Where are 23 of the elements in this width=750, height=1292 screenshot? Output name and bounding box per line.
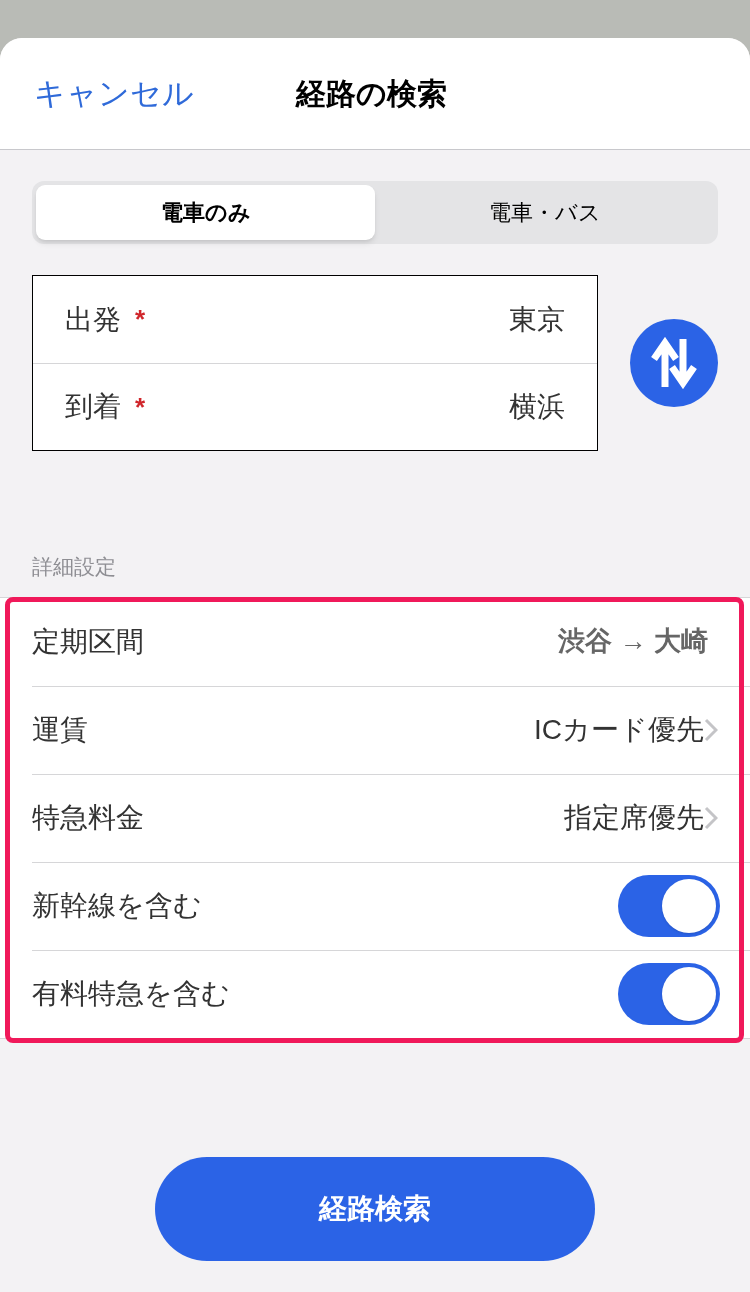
required-mark: * bbox=[135, 390, 146, 424]
section-title: 詳細設定 bbox=[32, 554, 117, 580]
segment-tab[interactable]: 電車・バス bbox=[375, 185, 714, 240]
chevron-icon bbox=[704, 718, 718, 742]
station-field[interactable]: 東京 bbox=[509, 298, 565, 341]
setting-value[interactable]: ICカード優先 bbox=[534, 709, 704, 751]
setting-value[interactable]: 指定席優先 bbox=[564, 797, 704, 839]
field-label: 到着 bbox=[65, 390, 121, 424]
setting-label: 運賃 bbox=[32, 713, 88, 747]
required-mark: * bbox=[135, 303, 146, 336]
swap-arrows-icon bbox=[651, 337, 697, 389]
setting-label: 定期区間 bbox=[32, 624, 144, 659]
station-field[interactable]: 横浜 bbox=[509, 386, 565, 428]
route-search-button[interactable]: 経路検索 bbox=[155, 1156, 595, 1261]
setting-label: 新幹線を含む bbox=[32, 889, 202, 923]
field-label: 出発 bbox=[65, 302, 121, 337]
setting-label: 有料特急を含む bbox=[32, 977, 230, 1011]
setting-label: 特急料金 bbox=[32, 801, 144, 835]
cancel-button[interactable]: キャンセル bbox=[34, 74, 194, 114]
segment-tab[interactable]: 電車のみ bbox=[36, 185, 375, 240]
sheet-title: 経路の検索 bbox=[296, 76, 447, 112]
setting-value: 渋谷 → 大崎 bbox=[558, 625, 708, 659]
chevron-icon bbox=[704, 806, 718, 830]
